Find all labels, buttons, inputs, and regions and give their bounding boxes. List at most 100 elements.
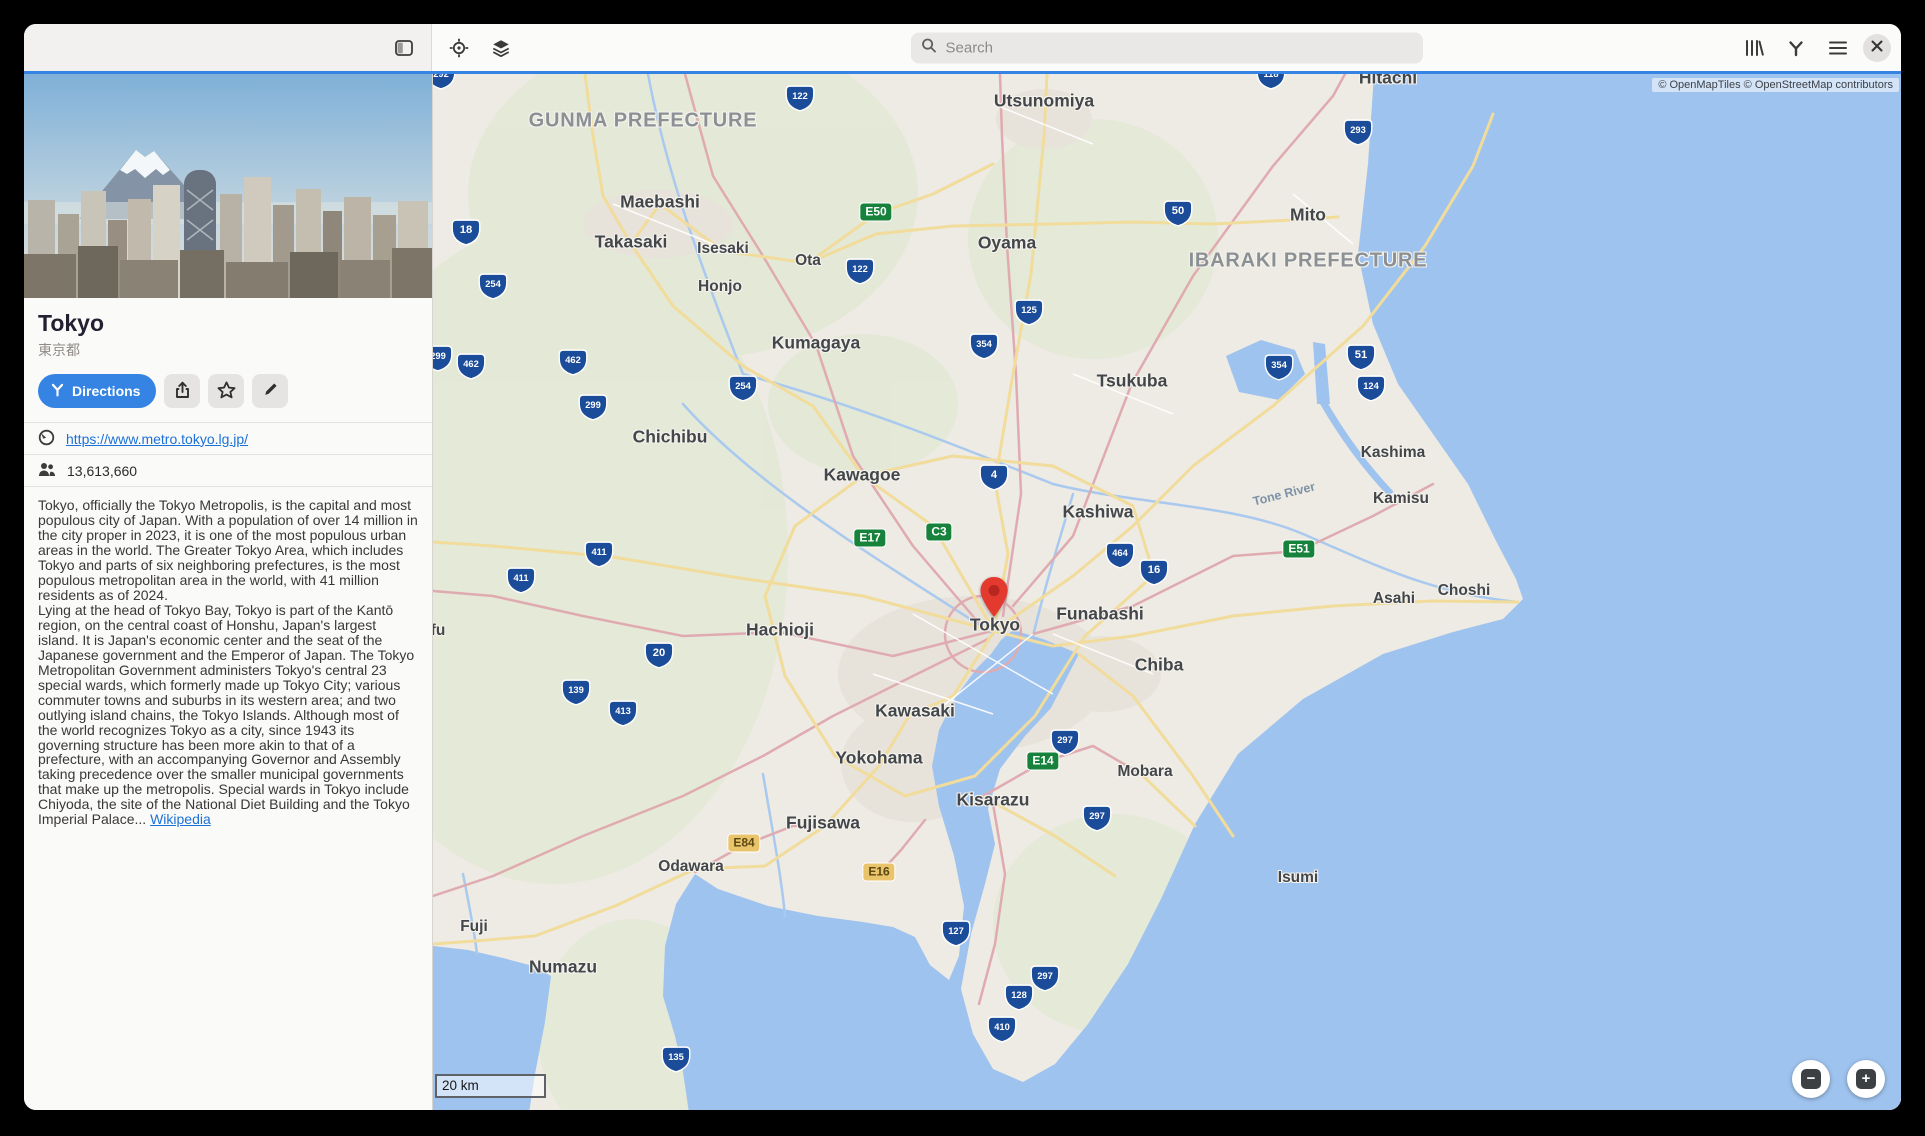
map-label-chichibu: Chichibu: [633, 427, 708, 448]
svg-text:254: 254: [485, 279, 501, 289]
svg-text:411: 411: [591, 547, 606, 557]
sidebar-toggle-icon: [395, 40, 413, 56]
route-shield-411: 411: [504, 567, 538, 600]
svg-text:125: 125: [1021, 305, 1037, 315]
map-label-takasaki: Takasaki: [595, 232, 668, 253]
route-shield-4: 4: [977, 464, 1011, 497]
map-pin[interactable]: [979, 576, 1009, 623]
website-globe-icon: [38, 429, 55, 449]
website-link[interactable]: https://www.metro.tokyo.lg.jp/: [66, 431, 248, 447]
svg-text:127: 127: [948, 926, 964, 936]
route-shield-e17: E17: [853, 529, 886, 548]
map-label-gunma-prefecture: GUNMA PREFECTURE: [529, 110, 758, 133]
bookmarks-button[interactable]: [1737, 31, 1771, 65]
place-photo: [24, 74, 432, 298]
layers-icon: [491, 38, 511, 58]
map-header: [432, 24, 1901, 71]
map-label-kashiwa: Kashiwa: [1063, 502, 1134, 523]
search-icon: [921, 37, 937, 58]
route-shield-297: 297: [1080, 805, 1114, 838]
map-label-fu: fu: [433, 622, 445, 640]
map-label-utsunomiya: Utsunomiya: [994, 91, 1094, 112]
minus-icon: −: [1801, 1069, 1821, 1089]
route-shield-118: 118: [1254, 74, 1288, 96]
zoom-out-button[interactable]: −: [1792, 1060, 1830, 1098]
route-shield-20: 20: [642, 642, 676, 675]
search-input[interactable]: [944, 38, 1413, 57]
close-icon: [1871, 40, 1883, 55]
favorite-button[interactable]: [208, 374, 244, 408]
map-label-odawara: Odawara: [658, 858, 723, 876]
routes-button[interactable]: [1779, 31, 1813, 65]
place-description-p1: Tokyo, officially the Tokyo Metropolis, …: [38, 498, 418, 603]
headerbar: [24, 24, 1901, 71]
close-window-button[interactable]: [1863, 34, 1891, 62]
directions-button[interactable]: Directions: [38, 374, 156, 408]
svg-text:299: 299: [433, 351, 446, 361]
route-shield-299: 299: [576, 394, 610, 427]
share-button[interactable]: [164, 374, 200, 408]
svg-text:51: 51: [1355, 349, 1367, 361]
wikipedia-link[interactable]: Wikipedia: [150, 811, 211, 827]
route-shield-254: 254: [726, 375, 760, 408]
svg-text:135: 135: [668, 1052, 684, 1062]
svg-text:292: 292: [433, 74, 449, 79]
svg-text:299: 299: [585, 400, 601, 410]
svg-text:462: 462: [565, 355, 581, 365]
map-label-kumagaya: Kumagaya: [772, 333, 861, 354]
route-shield-e50: E50: [859, 203, 892, 222]
share-icon: [174, 381, 191, 402]
maps-window: Tokyo 東京都 Directions: [24, 24, 1901, 1110]
map-label-fujisawa: Fujisawa: [786, 813, 860, 834]
population-value: 13,613,660: [67, 463, 137, 479]
map-label-hachioji: Hachioji: [746, 620, 814, 641]
route-shield-e14: E14: [1026, 752, 1059, 771]
place-native-name: 東京都: [38, 340, 418, 360]
route-shield-c3: C3: [925, 523, 952, 542]
route-shield-462: 462: [454, 353, 488, 386]
star-icon: [217, 381, 236, 402]
svg-text:354: 354: [976, 339, 992, 349]
map-canvas[interactable]: GUNMA PREFECTURE IBARAKI PREFECTURE Utsuno…: [433, 74, 1901, 1110]
svg-text:20: 20: [653, 647, 665, 659]
zoom-in-button[interactable]: +: [1847, 1060, 1885, 1098]
website-row: https://www.metro.tokyo.lg.jp/: [24, 423, 432, 455]
svg-text:410: 410: [994, 1022, 1010, 1032]
svg-text:118: 118: [1263, 74, 1278, 79]
route-shield-462: 462: [556, 349, 590, 382]
map-label-funabashi: Funabashi: [1056, 604, 1144, 625]
zoom-controls: − +: [1792, 1060, 1885, 1098]
route-shield-464: 464: [1103, 542, 1137, 575]
map-label-yokohama: Yokohama: [835, 748, 922, 769]
svg-text:413: 413: [615, 706, 631, 716]
population-row: 13,613,660: [24, 455, 432, 487]
route-shield-127: 127: [939, 920, 973, 953]
library-icon: [1745, 39, 1764, 57]
route-shield-51: 51: [1344, 344, 1378, 377]
layers-button[interactable]: [484, 31, 518, 65]
map-label-tsukuba: Tsukuba: [1097, 371, 1168, 392]
map-overlay: GUNMA PREFECTURE IBARAKI PREFECTURE Utsuno…: [433, 74, 1901, 1110]
population-people-icon: [38, 462, 56, 480]
map-label-tone-river: Tone River: [1251, 480, 1316, 509]
goto-location-button[interactable]: [442, 31, 476, 65]
svg-text:139: 139: [568, 685, 584, 695]
sidebar-toggle-button[interactable]: [387, 31, 421, 65]
map-label-maebashi: Maebashi: [620, 192, 700, 213]
place-description-p2-text: Lying at the head of Tokyo Bay, Tokyo is…: [38, 602, 414, 828]
svg-text:297: 297: [1089, 811, 1105, 821]
svg-text:411: 411: [513, 573, 528, 583]
location-crosshair-icon: [449, 38, 469, 58]
place-description-p2: Lying at the head of Tokyo Bay, Tokyo is…: [38, 603, 418, 828]
route-shield-354: 354: [1262, 354, 1296, 387]
pencil-icon: [262, 381, 279, 401]
map-label-ibaraki-prefecture: IBARAKI PREFECTURE: [1189, 250, 1428, 273]
menu-button[interactable]: [1821, 31, 1855, 65]
svg-text:297: 297: [1057, 735, 1073, 745]
map-label-isesaki: Isesaki: [697, 240, 749, 258]
edit-button[interactable]: [252, 374, 288, 408]
route-shield-128: 128: [1002, 984, 1036, 1017]
directions-label: Directions: [72, 383, 140, 399]
svg-text:254: 254: [735, 381, 751, 391]
svg-text:124: 124: [1363, 381, 1379, 391]
